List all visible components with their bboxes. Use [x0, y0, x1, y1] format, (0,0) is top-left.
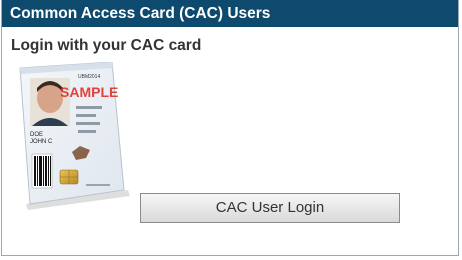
card-name-line1: DOE: [30, 132, 43, 138]
cac-card-image: UBM2014 SAMPLE DOE JOHN C: [16, 62, 132, 212]
cac-login-panel: Common Access Card (CAC) Users Login wit…: [1, 0, 459, 256]
card-barcode: [31, 153, 53, 189]
cac-user-login-button[interactable]: CAC User Login: [140, 193, 400, 223]
panel-header: Common Access Card (CAC) Users: [2, 0, 458, 27]
card-top-text: UBM2014: [78, 74, 100, 80]
card-name-line2: JOHN C: [30, 139, 53, 145]
login-instruction: Login with your CAC card: [11, 37, 202, 54]
sample-watermark: SAMPLE: [60, 84, 118, 100]
